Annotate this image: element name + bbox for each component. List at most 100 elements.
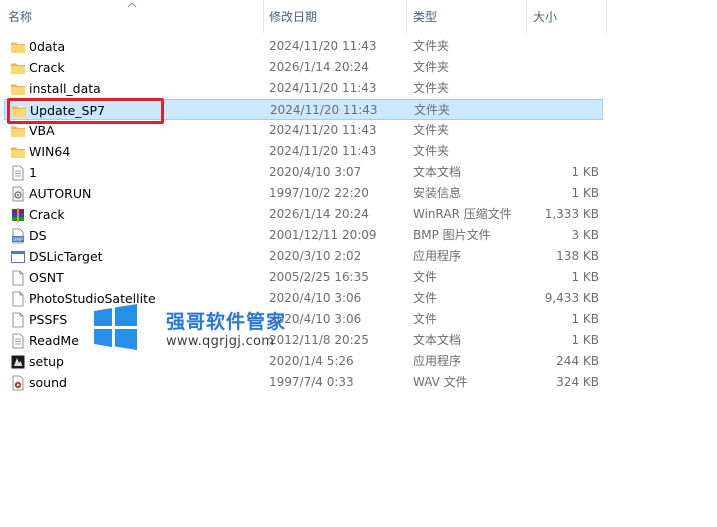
file-type: 应用程序 (413, 354, 462, 368)
file-type: 安装信息 (413, 186, 462, 200)
blank-file-icon (10, 291, 26, 307)
blank-file-icon (10, 270, 26, 286)
column-divider[interactable] (526, 0, 527, 33)
file-type: 应用程序 (413, 249, 462, 263)
file-name: ReadMe (29, 333, 79, 348)
folder-row[interactable]: Crack 2026/1/14 20:24 文件夹 (4, 57, 603, 78)
file-name: Update_SP7 (30, 103, 105, 118)
file-name: 1 (29, 165, 37, 180)
file-row[interactable]: DSLicTarget 2020/3/10 2:02 应用程序 138 KB (4, 246, 603, 267)
file-name: OSNT (29, 270, 64, 285)
column-divider[interactable] (406, 0, 407, 33)
watermark: 强哥软件管家 www.qgrjgj.com (92, 304, 292, 354)
folder-icon (11, 103, 27, 119)
watermark-title: 强哥软件管家 (166, 311, 287, 333)
column-header-date[interactable]: 修改日期 (269, 0, 317, 33)
file-date: 2001/12/11 20:09 (269, 228, 377, 242)
folder-icon (10, 60, 26, 76)
file-name: PSSFS (29, 312, 68, 327)
file-size: 244 KB (556, 354, 599, 368)
folder-row[interactable]: 0data 2024/11/20 11:43 文件夹 (4, 36, 603, 57)
column-header-name[interactable]: 名称 (8, 0, 32, 33)
file-date: 2020/4/10 3:07 (269, 165, 362, 179)
folder-icon (10, 39, 26, 55)
file-row[interactable]: sound 1997/7/4 0:33 WAV 文件 324 KB (4, 372, 603, 393)
text-document-icon (10, 165, 26, 181)
file-name: AUTORUN (29, 186, 92, 201)
svg-text:BMP: BMP (13, 237, 23, 243)
file-date: 2020/1/4 5:26 (269, 354, 354, 368)
file-type: WinRAR 压缩文件 (413, 207, 512, 221)
setup-info-icon (10, 186, 26, 202)
file-type: 文件夹 (413, 81, 450, 95)
file-size: 1 KB (571, 312, 599, 326)
file-date: 2026/1/14 20:24 (269, 60, 369, 74)
file-size: 324 KB (556, 375, 599, 389)
file-name: WIN64 (29, 144, 71, 159)
file-size: 1 KB (571, 186, 599, 200)
file-date: 2024/11/20 11:43 (269, 123, 377, 137)
file-type: 文件 (413, 270, 438, 284)
file-type: 文本文档 (413, 165, 462, 179)
column-header-type[interactable]: 类型 (413, 0, 437, 33)
file-type: 文件 (413, 312, 438, 326)
folder-icon (10, 123, 26, 139)
file-type: BMP 图片文件 (413, 228, 491, 242)
file-type: 文件夹 (414, 103, 451, 117)
blank-file-icon (10, 312, 26, 328)
winrar-archive-icon (10, 207, 26, 223)
file-date: 2024/11/20 11:43 (269, 81, 377, 95)
folder-icon (10, 144, 26, 160)
wav-audio-icon (10, 375, 26, 391)
application-icon (10, 249, 26, 265)
file-row[interactable]: Crack 2026/1/14 20:24 WinRAR 压缩文件 1,333 KB (4, 204, 603, 225)
folder-row[interactable]: WIN64 2024/11/20 11:43 文件夹 (4, 141, 603, 162)
file-type: 文件夹 (413, 60, 450, 74)
file-size: 1,333 KB (544, 207, 599, 221)
file-name: install_data (29, 81, 101, 96)
file-date: 2024/11/20 11:43 (269, 144, 377, 158)
file-size: 1 KB (571, 270, 599, 284)
file-type: 文件夹 (413, 123, 450, 137)
file-type: 文件夹 (413, 39, 450, 53)
column-header-bar: 名称 修改日期 类型 大小 (0, 0, 607, 33)
file-size: 1 KB (571, 333, 599, 347)
file-name: sound (29, 375, 67, 390)
file-size: 1 KB (571, 165, 599, 179)
file-date: 2005/2/25 16:35 (269, 270, 369, 284)
file-name: DSLicTarget (29, 249, 103, 264)
file-name: DS (29, 228, 47, 243)
file-date: 2026/1/14 20:24 (269, 207, 369, 221)
bmp-image-icon: BMP (10, 228, 26, 244)
file-row[interactable]: AUTORUN 1997/10/2 22:20 安装信息 1 KB (4, 183, 603, 204)
file-size: 138 KB (556, 249, 599, 263)
file-date: 2024/11/20 11:43 (269, 39, 377, 53)
file-row[interactable]: 1 2020/4/10 3:07 文本文档 1 KB (4, 162, 603, 183)
file-name: Crack (29, 60, 65, 75)
file-size: 3 KB (571, 228, 599, 242)
setup-app-icon (10, 354, 26, 370)
file-row[interactable]: OSNT 2005/2/25 16:35 文件 1 KB (4, 267, 603, 288)
file-name: VBA (29, 123, 55, 138)
file-name: setup (29, 354, 64, 369)
file-name: Crack (29, 207, 65, 222)
column-divider[interactable] (606, 0, 607, 33)
file-type: 文本文档 (413, 333, 462, 347)
column-divider[interactable] (263, 0, 264, 33)
file-type: 文件夹 (413, 144, 450, 158)
file-date: 1997/10/2 22:20 (269, 186, 369, 200)
text-document-icon (10, 333, 26, 349)
file-size: 9,433 KB (544, 291, 599, 305)
file-type: WAV 文件 (413, 375, 468, 389)
windows-logo-icon (94, 304, 137, 350)
column-header-size[interactable]: 大小 (533, 0, 557, 33)
folder-row[interactable]: Update_SP7 2024/11/20 11:43 文件夹 (4, 99, 603, 120)
folder-row[interactable]: install_data 2024/11/20 11:43 文件夹 (4, 78, 603, 99)
file-row[interactable]: BMP DS 2001/12/11 20:09 BMP 图片文件 3 KB (4, 225, 603, 246)
file-type: 文件 (413, 291, 438, 305)
watermark-url: www.qgrjgj.com (166, 334, 275, 349)
file-date: 2020/3/10 2:02 (269, 249, 362, 263)
sort-ascending-icon (127, 2, 137, 8)
file-row[interactable]: setup 2020/1/4 5:26 应用程序 244 KB (4, 351, 603, 372)
folder-row[interactable]: VBA 2024/11/20 11:43 文件夹 (4, 120, 603, 141)
